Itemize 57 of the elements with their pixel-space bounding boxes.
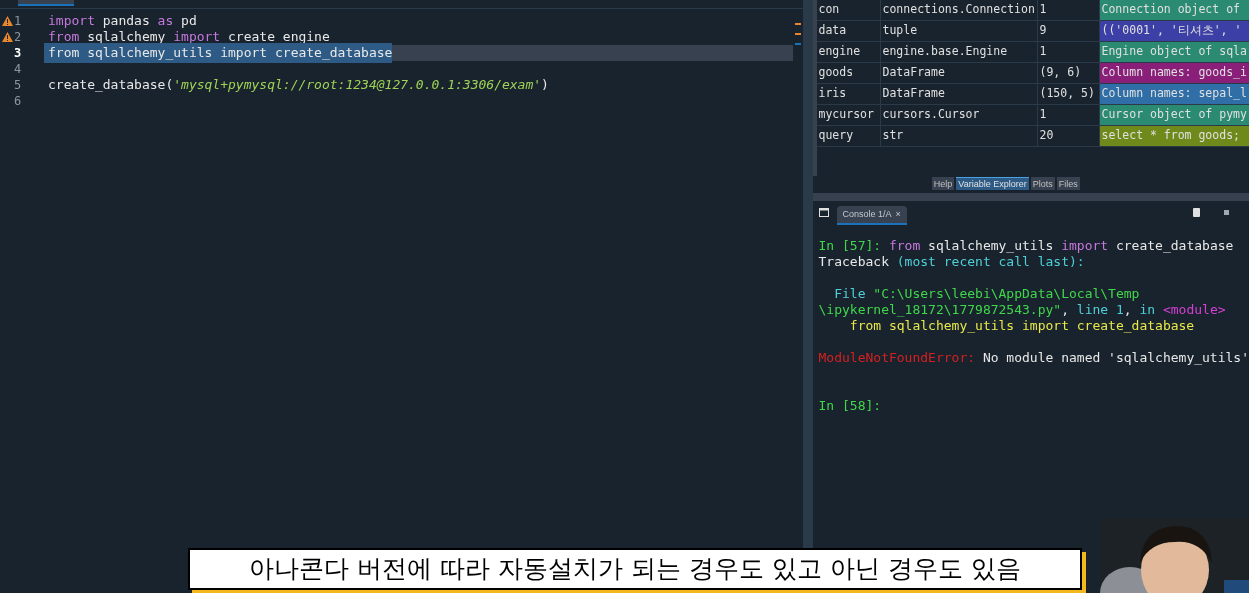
table-cell: (('0001', '티셔츠', ' bbox=[1099, 21, 1249, 41]
line-number: 2 bbox=[14, 29, 22, 46]
table-cell: tuple bbox=[880, 21, 1038, 41]
console-line: \ipykernel_18172\1779872543.py", line 1, in <module> bbox=[818, 301, 1226, 320]
close-icon[interactable]: × bbox=[895, 207, 901, 222]
line-number: 6 bbox=[14, 93, 22, 110]
window-icon[interactable] bbox=[818, 208, 829, 217]
table-cell: DataFrame bbox=[880, 63, 1038, 83]
table-cell: 1 bbox=[1037, 42, 1100, 62]
line-number: 5 bbox=[14, 77, 22, 94]
table-cell: 1 bbox=[1037, 105, 1100, 125]
table-cell: 1 bbox=[1037, 0, 1100, 20]
code-line: create_database('mysql+pymysql://root:1234@127.0.0.1:3306/exam') bbox=[47, 76, 549, 95]
pane-tab[interactable]: Plots bbox=[1030, 177, 1055, 190]
table-cell: engine bbox=[816, 42, 881, 62]
pane-tab[interactable]: Variable Explorer bbox=[956, 177, 1029, 190]
table-cell: data bbox=[816, 21, 881, 41]
table-cell: (150, 5) bbox=[1037, 84, 1100, 104]
table-cell: 20 bbox=[1037, 126, 1100, 146]
table-cell: Engine object of sqla bbox=[1099, 42, 1249, 62]
table-cell: 9 bbox=[1037, 21, 1100, 41]
table-cell: goods bbox=[816, 63, 881, 83]
table-cell: Cursor object of pymy bbox=[1099, 105, 1249, 125]
warning-marker bbox=[794, 23, 801, 25]
table-cell: mycursor bbox=[816, 105, 881, 125]
table-cell: cursors.Cursor bbox=[880, 105, 1038, 125]
table-cell: connections.Connection bbox=[880, 0, 1038, 20]
line-number: 4 bbox=[14, 61, 22, 78]
warning-marker bbox=[794, 33, 801, 35]
console-line: ModuleNotFoundError: No module named 'sqlalchemy_utils' bbox=[818, 349, 1249, 368]
table-cell: engine.base.Engine bbox=[880, 42, 1038, 62]
table-cell: query bbox=[816, 126, 881, 146]
console-line: from sqlalchemy_utils import create_database bbox=[848, 317, 1195, 336]
table-cell: str bbox=[880, 126, 1038, 146]
table-cell: con bbox=[816, 0, 881, 20]
pane-tab[interactable]: Files bbox=[1056, 177, 1080, 190]
console-line: File "C:\Users\leebi\AppData\Local\Temp bbox=[833, 285, 1140, 304]
splitter-bar[interactable] bbox=[812, 193, 1249, 201]
line-number: 1 bbox=[14, 13, 22, 30]
table-cell: iris bbox=[816, 84, 881, 104]
table-cell: select * from goods; bbox=[1099, 126, 1249, 146]
table-cell: Column names: goods_i bbox=[1099, 63, 1249, 83]
table-cell: Column names: sepal_l bbox=[1099, 84, 1249, 104]
editor-tab[interactable] bbox=[18, 0, 74, 6]
console-tab-label: Console 1/A bbox=[842, 207, 892, 221]
code-line: import pandas as pd bbox=[47, 12, 197, 31]
console-tab[interactable]: Console 1/A × bbox=[836, 206, 907, 225]
table-cell: DataFrame bbox=[880, 84, 1038, 104]
console-line: In [57]: from sqlalchemy_utils import create_database bbox=[818, 237, 1234, 256]
table-cell: Connection object of bbox=[1099, 0, 1249, 20]
stop-icon[interactable] bbox=[1224, 210, 1229, 215]
clipboard-icon[interactable] bbox=[1193, 208, 1200, 217]
pane-tab[interactable]: Help bbox=[931, 177, 955, 190]
console-line: Traceback (most recent call last): bbox=[818, 253, 1085, 272]
table-cell: (9, 6) bbox=[1037, 63, 1100, 83]
console-line: In [58]: bbox=[818, 397, 882, 416]
line-number: 3 bbox=[14, 45, 22, 62]
